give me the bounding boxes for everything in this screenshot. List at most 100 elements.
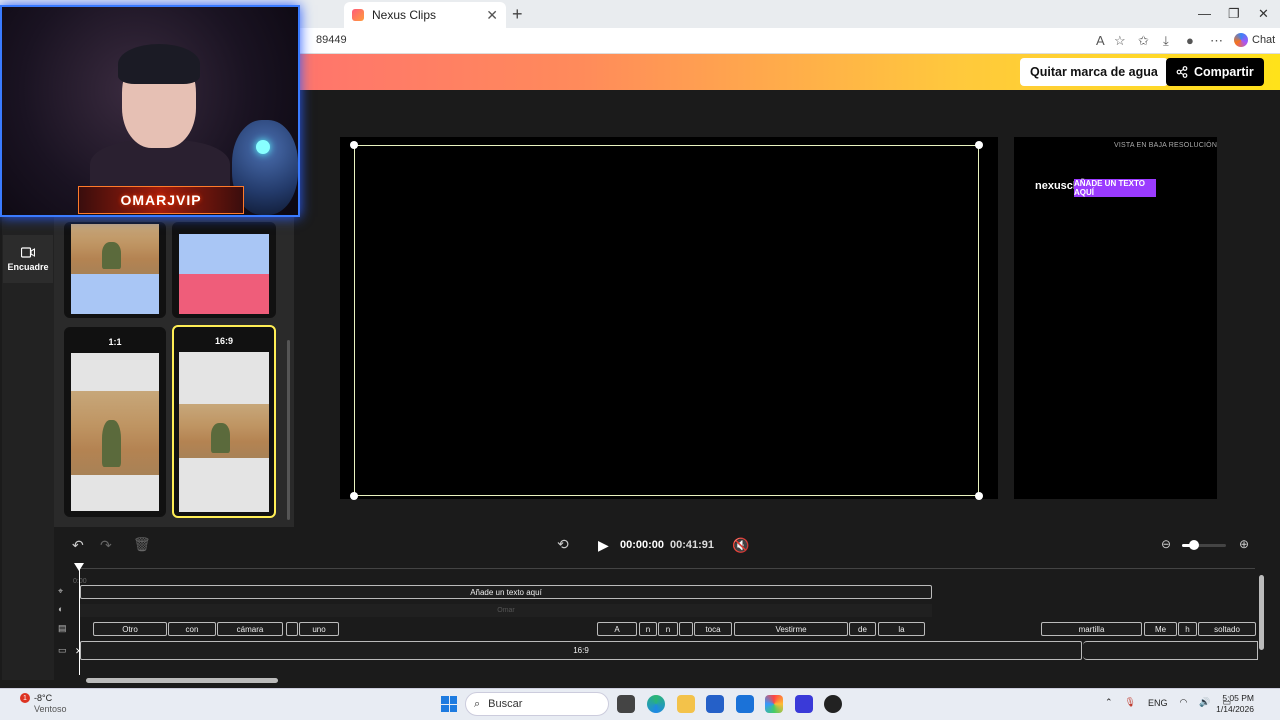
- windows-taskbar: [0, 688, 1280, 720]
- system-tray: ⌃ 🎙 ENG ◠ 🔊 ▭: [1105, 697, 1231, 708]
- zoom-slider-knob[interactable]: [1189, 540, 1199, 550]
- format-canvas: [179, 352, 269, 512]
- omar-clip[interactable]: Omar: [80, 604, 932, 617]
- caption-word[interactable]: n: [658, 622, 678, 636]
- store-icon[interactable]: [706, 695, 724, 713]
- delete-icon[interactable]: 🗑: [133, 536, 151, 553]
- zoom-in-icon[interactable]: ⊕: [1239, 537, 1249, 551]
- playhead[interactable]: [79, 565, 80, 675]
- chat-thumbnail: [71, 274, 159, 314]
- format-label: 16:9: [214, 336, 233, 346]
- chat-label: Chat: [1252, 34, 1276, 46]
- caption-word[interactable]: cámara: [217, 622, 283, 636]
- tab-close-icon[interactable]: ✕: [486, 7, 498, 24]
- format-label: 1:1: [108, 337, 122, 347]
- weather-temp: -8°C: [34, 693, 53, 703]
- browser-tab-nexus-clips[interactable]: Nexus Clips ✕: [344, 2, 506, 28]
- minimize-button[interactable]: —: [1198, 6, 1211, 21]
- caption-word[interactable]: martilla: [1041, 622, 1142, 636]
- caption-word[interactable]: con: [168, 622, 216, 636]
- caption-word[interactable]: Otro: [93, 622, 167, 636]
- resize-handle-top-right[interactable]: [975, 141, 983, 149]
- sidebar-item-label: Encuadre: [7, 261, 49, 272]
- windows-start-icon[interactable]: [441, 696, 457, 712]
- copilot-chat-button[interactable]: Chat: [1234, 33, 1275, 47]
- streamer-headphones: [118, 44, 200, 84]
- caption-word[interactable]: toca: [694, 622, 732, 636]
- clock-date: 1/14/2026: [1216, 704, 1254, 714]
- zoom-out-icon[interactable]: ⊖: [1161, 537, 1171, 551]
- caption-word-empty[interactable]: [286, 622, 298, 636]
- canvas-selection-frame[interactable]: [354, 145, 979, 496]
- resize-handle-top-left[interactable]: [350, 141, 358, 149]
- wifi-icon[interactable]: ◠: [1180, 697, 1188, 708]
- preview-text-overlay: AÑADE UN TEXTO AQUÍ: [1074, 179, 1156, 197]
- replay-icon[interactable]: ⟲: [557, 536, 569, 553]
- caption-word-empty[interactable]: [679, 622, 693, 636]
- language-indicator[interactable]: ENG: [1148, 698, 1168, 708]
- favorite-star-icon[interactable]: ☆: [1114, 33, 1126, 49]
- nexus-clips-favicon-icon: [352, 9, 364, 21]
- edge-browser-icon[interactable]: [647, 695, 665, 713]
- weather-widget[interactable]: -8°C Ventoso: [34, 693, 67, 715]
- remove-watermark-button[interactable]: Quitar marca de agua: [1020, 58, 1168, 86]
- timeline-vertical-scrollbar[interactable]: [1259, 575, 1264, 650]
- close-window-button[interactable]: ✕: [1258, 6, 1269, 22]
- timeline-horizontal-scrollbar[interactable]: [86, 678, 278, 683]
- caption-word[interactable]: de: [849, 622, 876, 636]
- taskbar-clock[interactable]: 5:05 PM 1/14/2026: [1214, 693, 1254, 715]
- caption-word[interactable]: n: [639, 622, 657, 636]
- play-icon[interactable]: ▶: [598, 537, 609, 554]
- text-clip[interactable]: Añade un texto aquí: [80, 585, 932, 599]
- robot-eye: [256, 140, 270, 154]
- panel-scrollbar[interactable]: [287, 340, 290, 520]
- file-explorer-icon[interactable]: [677, 695, 695, 713]
- obs-icon[interactable]: [824, 695, 842, 713]
- video-track-icon: ▭: [58, 645, 67, 655]
- format-card-16-9[interactable]: 16:9: [172, 325, 276, 518]
- caption-word[interactable]: A: [597, 622, 637, 636]
- caption-word[interactable]: Me: [1144, 622, 1177, 636]
- undo-icon[interactable]: ↶: [72, 537, 84, 554]
- resize-handle-bottom-left[interactable]: [350, 492, 358, 500]
- caption-word[interactable]: uno: [299, 622, 339, 636]
- volume-icon[interactable]: 🔊: [1199, 697, 1210, 708]
- playback-controls: [54, 527, 1280, 563]
- caption-word[interactable]: Vestirme: [734, 622, 848, 636]
- url-text[interactable]: 89449: [316, 34, 347, 46]
- caption-word[interactable]: soltado: [1198, 622, 1256, 636]
- resize-handle-bottom-right[interactable]: [975, 492, 983, 500]
- search-icon: ⌕: [474, 697, 481, 710]
- downloads-icon[interactable]: ⤓: [1163, 33, 1169, 49]
- caption-word[interactable]: la: [878, 622, 925, 636]
- redo-icon[interactable]: ↷: [100, 537, 112, 554]
- format-card-1-1[interactable]: 1:1: [64, 327, 166, 517]
- app-icon[interactable]: [795, 695, 813, 713]
- microphone-icon[interactable]: 🎙: [1125, 697, 1136, 708]
- chevron-up-icon[interactable]: ⌃: [1105, 697, 1113, 708]
- sidebar-item-encuadre[interactable]: Encuadre: [3, 235, 53, 283]
- weather-badge: 1: [20, 693, 30, 703]
- format-canvas: [71, 353, 159, 511]
- mail-icon[interactable]: [736, 695, 754, 713]
- preview-note: VISTA EN BAJA RESOLUCIÓN: [1114, 142, 1218, 149]
- caption-word[interactable]: h: [1178, 622, 1197, 636]
- favorites-list-icon[interactable]: ✩: [1138, 33, 1149, 49]
- video-clip[interactable]: 16:9: [80, 641, 1082, 660]
- playhead-handle[interactable]: [74, 563, 84, 571]
- more-menu-icon[interactable]: ⋯: [1210, 33, 1223, 49]
- copilot-icon: [1234, 33, 1248, 47]
- video-clip-next[interactable]: [1083, 641, 1258, 660]
- taskbar-search[interactable]: ⌕ Buscar: [465, 692, 609, 716]
- photos-icon[interactable]: [765, 695, 783, 713]
- read-aloud-icon[interactable]: A: [1096, 33, 1105, 48]
- mute-icon[interactable]: 🔇: [732, 537, 749, 554]
- profile-avatar-icon[interactable]: ●: [1186, 33, 1194, 48]
- sticker-track-icon: ◐: [58, 604, 64, 614]
- format-card-portrait-b[interactable]: [172, 222, 276, 318]
- restore-button[interactable]: ❐: [1228, 6, 1240, 22]
- share-button[interactable]: Compartir: [1166, 58, 1264, 86]
- new-tab-button[interactable]: +: [512, 4, 523, 25]
- format-card-portrait-a[interactable]: [64, 222, 166, 318]
- task-view-icon[interactable]: [617, 695, 635, 713]
